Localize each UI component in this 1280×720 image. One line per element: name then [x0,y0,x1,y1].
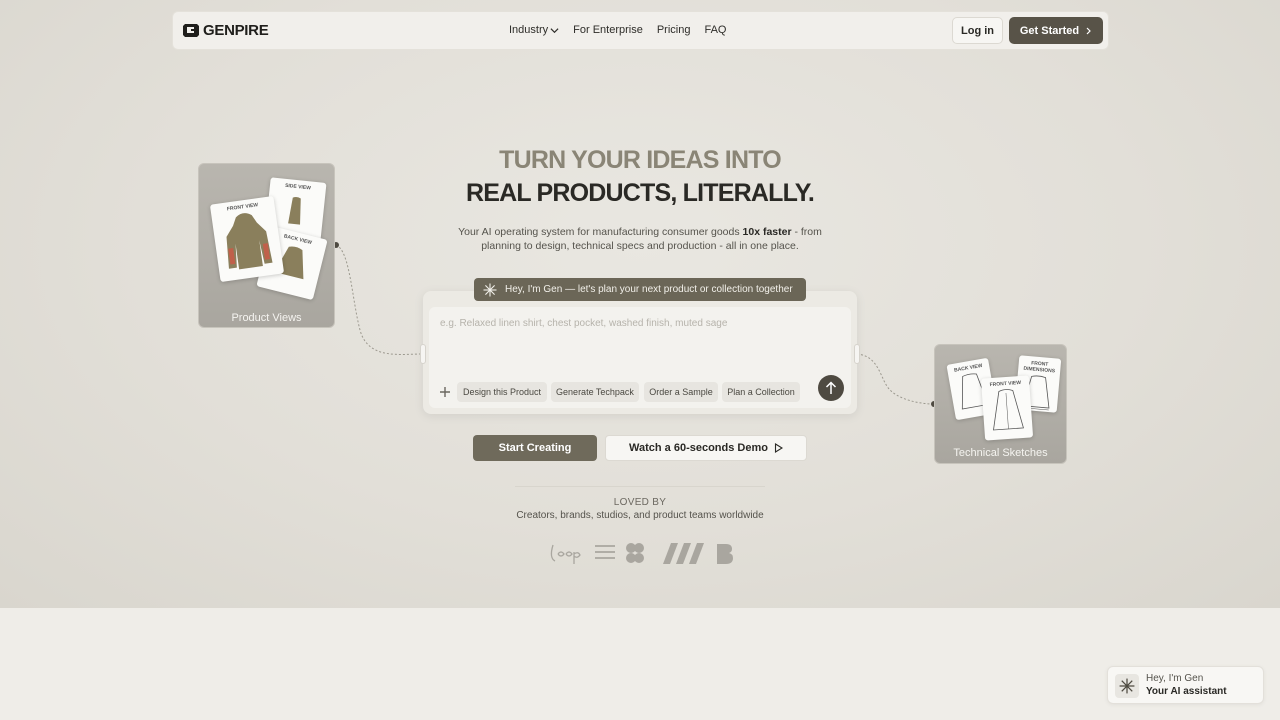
nav-for-enterprise[interactable]: For Enterprise [573,24,643,36]
play-icon [774,443,783,453]
sparkle-icon [1119,678,1135,694]
login-button[interactable]: Log in [952,17,1003,44]
sketch-front-dimensions-label: FRONT DIMENSIONS [1023,360,1056,375]
send-button[interactable] [818,375,844,401]
divider [515,486,765,487]
assistant-avatar [1115,674,1139,698]
jacket-front-icon [226,213,273,270]
get-started-button[interactable]: Get Started [1009,17,1103,44]
sketch-front-view-label: FRONT VIEW [989,379,1022,389]
nav-pricing[interactable]: Pricing [657,24,691,36]
get-started-label: Get Started [1019,24,1080,37]
rothschild-logo [595,545,615,559]
add-attachment-button[interactable] [437,384,453,400]
chip-design-product[interactable]: Design this Product [457,382,547,402]
top-navbar: GENPIRE Industry For Enterprise Pricing … [172,11,1109,50]
right-handle [854,344,860,364]
jacket-side-icon [288,197,301,225]
chevron-down-icon [550,27,559,33]
nav-links: Industry For Enterprise Pricing FAQ [509,24,726,36]
start-creating-button[interactable]: Start Creating [473,435,597,461]
flower-logo [626,543,644,563]
ai-assistant-widget[interactable]: Hey, I'm Gen Your AI assistant [1107,666,1264,704]
nav-faq[interactable]: FAQ [704,24,726,36]
prompt-placeholder: e.g. Relaxed linen shirt, chest pocket, … [440,318,728,329]
sketch-front-icon [993,389,1024,431]
logo-text: GENPIRE [203,21,269,39]
product-views-label: Product Views [231,312,302,324]
subtext-bold: 10x faster [742,226,792,238]
nav-industry-label: Industry [509,24,549,36]
chevron-right-icon [1086,27,1091,34]
product-views-card[interactable]: SIDE VIEW BACK VIEW FRONT VIEW Product V… [198,163,335,328]
watch-demo-label: Watch a 60-seconds Demo [629,442,768,454]
stripes-logo [663,543,704,564]
assistant-title: Your AI assistant [1146,686,1227,697]
plus-icon [440,387,450,397]
chip-generate-techpack[interactable]: Generate Techpack [551,382,639,402]
sparkle-icon [483,283,497,296]
loved-by-subtitle: Creators, brands, studios, and product t… [516,510,764,521]
loop-logo [550,544,581,564]
hero-subtext: Your AI operating system for manufacturi… [440,225,840,253]
lower-section [0,608,1280,720]
sheet-front-view: FRONT VIEW [209,195,285,283]
loved-by-title: LOVED BY [613,497,667,508]
genpire-logo-icon [183,24,199,37]
gen-banner: Hey, I'm Gen — let's plan your next prod… [474,278,806,301]
headline-line-1: TURN YOUR IDEAS INTO [499,146,782,174]
chip-order-sample[interactable]: Order a Sample [644,382,718,402]
headline-line-2: REAL PRODUCTS, LITERALLY. [465,179,815,207]
arrow-up-icon [825,381,837,394]
subtext-part-1: Your AI operating system for manufacturi… [458,226,743,238]
left-handle [420,344,426,364]
b-logo [717,544,733,564]
nav-industry[interactable]: Industry [509,24,559,36]
brand-logo[interactable]: GENPIRE [183,21,269,39]
chip-plan-collection[interactable]: Plan a Collection [722,382,800,402]
gen-banner-text: Hey, I'm Gen — let's plan your next prod… [505,284,793,295]
technical-sketches-label: Technical Sketches [953,447,1048,459]
assistant-greeting: Hey, I'm Gen [1146,673,1204,684]
watch-demo-button[interactable]: Watch a 60-seconds Demo [605,435,807,461]
sheet-side-view-label: SIDE VIEW [284,182,312,192]
sketch-front-view: FRONT VIEW [980,375,1034,441]
technical-sketches-card[interactable]: BACK VIEW FRONT DIMENSIONS FRONT VIEW Te… [934,344,1067,464]
customer-logos [550,543,733,564]
